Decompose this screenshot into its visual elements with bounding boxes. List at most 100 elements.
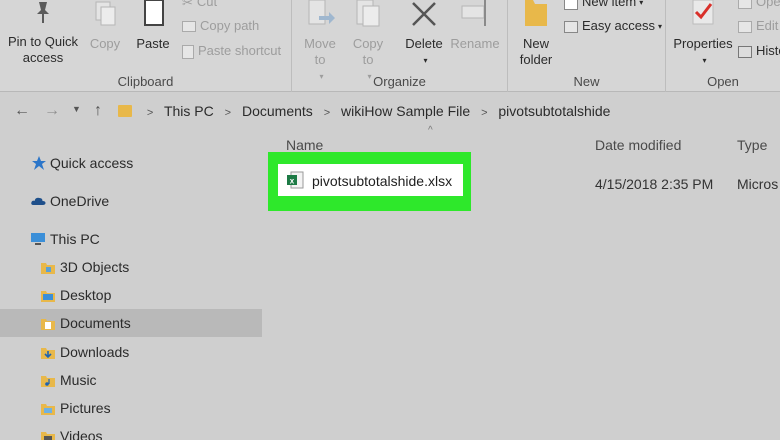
- breadcrumb-wikihow-sample-file[interactable]: wikiHow Sample File: [341, 103, 470, 119]
- sidebar-item-desktop[interactable]: Desktop: [0, 281, 262, 309]
- delete-x-icon: [412, 2, 436, 26]
- 3d-objects-icon: [41, 263, 55, 274]
- easy-access-label: Easy access: [582, 18, 655, 33]
- sidebar-item-label: Documents: [60, 315, 131, 331]
- paste-shortcut-button[interactable]: Paste shortcut: [182, 42, 281, 60]
- edit-label: Edit: [756, 18, 779, 33]
- videos-icon: [41, 432, 55, 440]
- file-list: ^ Name Date modified Type x pivotsubtota…: [262, 125, 780, 440]
- new-item-label: New item: [582, 0, 637, 9]
- open-button[interactable]: Open: [738, 0, 780, 11]
- delete-button[interactable]: Delete ▾: [402, 0, 446, 69]
- move-to-icon: [308, 0, 335, 25]
- breadcrumb-this-pc[interactable]: This PC: [164, 103, 214, 119]
- properties-button[interactable]: Properties ▾: [670, 0, 736, 69]
- copy-path-icon: [182, 21, 196, 33]
- breadcrumb-documents[interactable]: Documents: [242, 103, 313, 119]
- breadcrumb-separator-icon: >: [481, 107, 488, 119]
- new-folder-label: New folder: [519, 36, 553, 67]
- ribbon: Pin to Quick access Copy Paste ✂ Cut Copy…: [0, 0, 780, 92]
- clipboard-group-label: Clipboard: [117, 74, 174, 89]
- paste-shortcut-label: Paste shortcut: [198, 43, 282, 58]
- column-header-type[interactable]: Type: [737, 137, 767, 153]
- new-folder-button[interactable]: New folder: [514, 0, 558, 68]
- breadcrumb-pivotsubtotalshide[interactable]: pivotsubtotalshide: [498, 103, 610, 119]
- sidebar-item-label: Music: [60, 372, 97, 388]
- cut-label: Cut: [196, 0, 218, 9]
- rename-label: Rename: [450, 36, 500, 51]
- sidebar-item-label: Desktop: [60, 287, 112, 303]
- clipboard-group: Pin to Quick access Copy Paste ✂ Cut Copy…: [0, 0, 292, 92]
- sidebar-item-downloads[interactable]: Downloads: [0, 338, 262, 366]
- file-name[interactable]: pivotsubtotalshide.xlsx: [312, 173, 452, 189]
- up-arrow-icon[interactable]: ↑: [94, 102, 102, 120]
- move-to-label: Move to: [304, 36, 336, 67]
- open-icon: [738, 0, 752, 9]
- file-type: Micros: [737, 176, 779, 192]
- history-icon: [738, 45, 752, 58]
- pictures-icon: [41, 404, 55, 415]
- copy-label: Copy: [89, 36, 121, 51]
- new-item-icon: [564, 0, 578, 10]
- sidebar-item-label: Pictures: [60, 400, 111, 416]
- open-group-label: Open: [707, 74, 739, 89]
- pin-label: Pin to Quick access: [7, 34, 79, 65]
- copy-button[interactable]: Copy: [86, 0, 124, 52]
- sidebar-item-3d-objects[interactable]: 3D Objects: [0, 253, 262, 281]
- sidebar-item-videos[interactable]: Videos: [0, 422, 262, 440]
- easy-access-button[interactable]: Easy access ▾: [564, 17, 662, 35]
- breadcrumb[interactable]: > This PC > Documents > wikiHow Sample F…: [118, 103, 610, 119]
- properties-chevron-down-icon: ▾: [702, 55, 707, 65]
- cloud-icon: [31, 197, 46, 205]
- move-to-button[interactable]: Move to ▾: [300, 0, 340, 85]
- paste-button[interactable]: Paste: [132, 0, 174, 52]
- easy-access-icon: [564, 20, 578, 33]
- copy-to-icon: [356, 0, 380, 27]
- documents-icon: [41, 319, 55, 330]
- rename-button[interactable]: Rename: [450, 0, 500, 52]
- back-arrow-icon[interactable]: ←: [14, 102, 30, 120]
- history-label: History: [756, 43, 780, 58]
- navigation-pane: Quick access OneDrive This PC 3D Objects…: [0, 131, 262, 440]
- edit-icon: [738, 20, 752, 33]
- sidebar-item-music[interactable]: Music: [0, 366, 262, 394]
- sidebar-item-label: 3D Objects: [60, 259, 130, 275]
- copy-path-button[interactable]: Copy path: [182, 17, 259, 35]
- organize-group-label: Organize: [373, 74, 426, 89]
- column-header-name[interactable]: Name: [286, 137, 323, 153]
- properties-label: Properties: [673, 36, 733, 51]
- open-label: Open: [756, 0, 780, 9]
- desktop-icon: [41, 291, 55, 302]
- organize-group: Move to ▾ Copy to ▾ Delete ▾ Rename Orga…: [292, 0, 508, 92]
- history-button[interactable]: History: [738, 42, 780, 60]
- star-icon: [32, 156, 46, 170]
- sidebar-item-pictures[interactable]: Pictures: [0, 394, 262, 422]
- breadcrumb-separator-icon: >: [224, 107, 232, 119]
- copy-to-button[interactable]: Copy to ▾: [348, 0, 388, 85]
- folder-icon: [118, 105, 132, 117]
- sort-ascending-icon: ^: [428, 125, 433, 136]
- rename-icon: [461, 0, 486, 26]
- open-group: Properties ▾ Open Edit History Open: [666, 0, 780, 92]
- sidebar-item-this-pc[interactable]: This PC: [0, 225, 262, 253]
- new-item-chevron-down-icon: ▾: [639, 0, 644, 7]
- excel-file-icon: x: [287, 171, 304, 189]
- paste-label: Paste: [136, 36, 170, 51]
- column-header-date-modified[interactable]: Date modified: [595, 137, 681, 153]
- edit-button[interactable]: Edit: [738, 17, 778, 35]
- sidebar-item-onedrive[interactable]: OneDrive: [0, 187, 262, 215]
- cut-button[interactable]: ✂ Cut: [182, 0, 217, 11]
- recent-locations-chevron-icon[interactable]: ▼: [72, 104, 81, 114]
- scissors-icon: ✂: [182, 0, 193, 10]
- forward-arrow-icon[interactable]: →: [44, 102, 60, 120]
- sidebar-item-quick-access[interactable]: Quick access: [0, 149, 262, 177]
- copy-icon: [95, 1, 116, 26]
- delete-label: Delete: [405, 36, 443, 51]
- properties-checkmark-icon: [692, 0, 714, 25]
- new-item-button[interactable]: New item ▾: [564, 0, 643, 11]
- sidebar-item-documents[interactable]: Documents: [0, 309, 262, 337]
- downloads-icon: [41, 348, 55, 359]
- sidebar-item-label: OneDrive: [50, 193, 110, 209]
- pin-to-quick-access-button[interactable]: Pin to Quick access: [4, 0, 82, 66]
- new-group: New folder New item ▾ Easy access ▾ New: [508, 0, 666, 92]
